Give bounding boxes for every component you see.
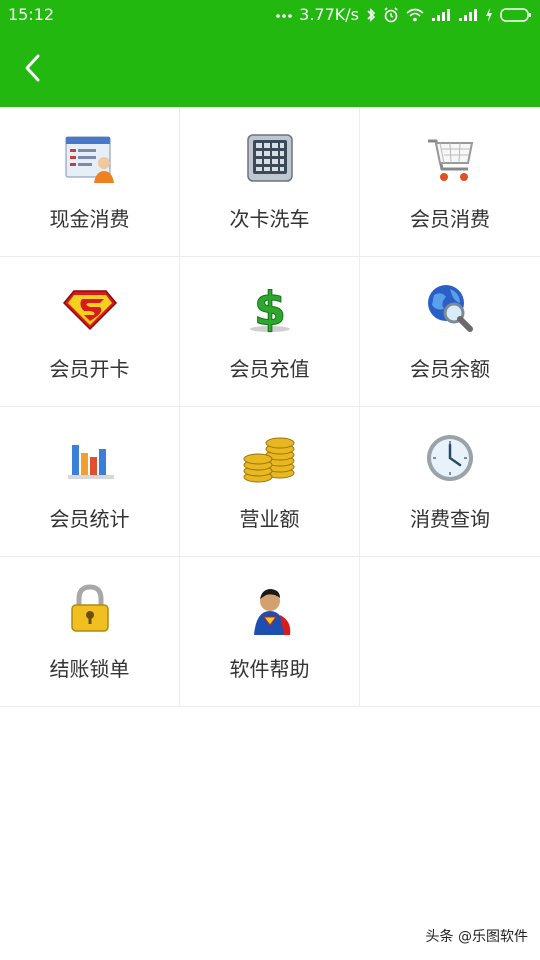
back-button[interactable] — [14, 48, 54, 88]
chevron-left-icon — [25, 54, 40, 82]
menu-item-label: 结账锁单 — [49, 657, 130, 681]
menu-item-label: 会员充值 — [229, 357, 310, 381]
menu-item-cash-consumption[interactable]: 现金消费 — [0, 107, 180, 257]
menu-item-label: 会员余额 — [410, 357, 490, 381]
status-icons: 3.77K/s — [276, 5, 532, 24]
signal-icon — [432, 8, 450, 21]
menu-item-member-balance[interactable]: 会员余额 — [360, 257, 540, 407]
superman-logo-icon — [62, 290, 118, 331]
menu-item-label: 会员消费 — [410, 207, 490, 231]
app-header: 15:12 3.77K/s — [0, 0, 540, 107]
battery-icon — [500, 7, 531, 22]
watermark: 头条 @乐图软件 — [425, 929, 528, 945]
cashier-icon — [65, 136, 114, 183]
menu-item-label: 次卡洗车 — [229, 207, 310, 231]
menu-item-member-open-card[interactable]: 会员开卡 — [0, 257, 180, 407]
calculator-icon — [247, 134, 293, 182]
menu-item-label: 消费查询 — [410, 507, 490, 531]
shopping-cart-icon — [428, 139, 474, 181]
network-speed: 3.77K/s — [299, 5, 359, 24]
menu-grid: 现金消费 次卡洗车 会员消费 会员开卡 $ 会员充值 会员余额 会员统计 营业额… — [0, 107, 540, 707]
superman-icon — [254, 589, 291, 635]
menu-item-label: 现金消费 — [49, 207, 130, 231]
padlock-icon — [71, 584, 109, 632]
alarm-icon — [384, 6, 398, 22]
menu-item-turnover[interactable]: 营业额 — [180, 407, 360, 557]
dollar-icon: $ — [250, 282, 290, 337]
menu-item-member-recharge[interactable]: $ 会员充值 — [180, 257, 360, 407]
menu-item-member-consumption[interactable]: 会员消费 — [360, 107, 540, 257]
menu-item-software-help[interactable]: 软件帮助 — [180, 557, 360, 707]
menu-empty-cell — [360, 557, 540, 707]
charging-icon — [486, 7, 492, 22]
menu-item-label: 会员开卡 — [49, 357, 130, 381]
signal-icon — [459, 8, 477, 21]
menu-item-checkout-lock[interactable]: 结账锁单 — [0, 557, 180, 707]
clock-icon — [427, 435, 473, 481]
wifi-icon — [406, 8, 424, 21]
coins-icon — [243, 437, 295, 483]
globe-search-icon — [428, 285, 473, 332]
menu-item-label: 软件帮助 — [229, 657, 310, 681]
menu-item-consumption-query[interactable]: 消费查询 — [360, 407, 540, 557]
menu-item-label: 营业额 — [239, 507, 300, 531]
menu-item-member-statistics[interactable]: 会员统计 — [0, 407, 180, 557]
svg-text:$: $ — [254, 282, 286, 336]
status-time: 15:12 — [8, 5, 55, 24]
status-bar: 15:12 3.77K/s — [0, 0, 540, 28]
bluetooth-icon — [367, 7, 376, 22]
bar-chart-icon — [68, 445, 114, 479]
menu-item-label: 会员统计 — [49, 507, 130, 531]
menu-item-punch-card-wash[interactable]: 次卡洗车 — [180, 107, 360, 257]
dots-icon — [276, 13, 292, 18]
